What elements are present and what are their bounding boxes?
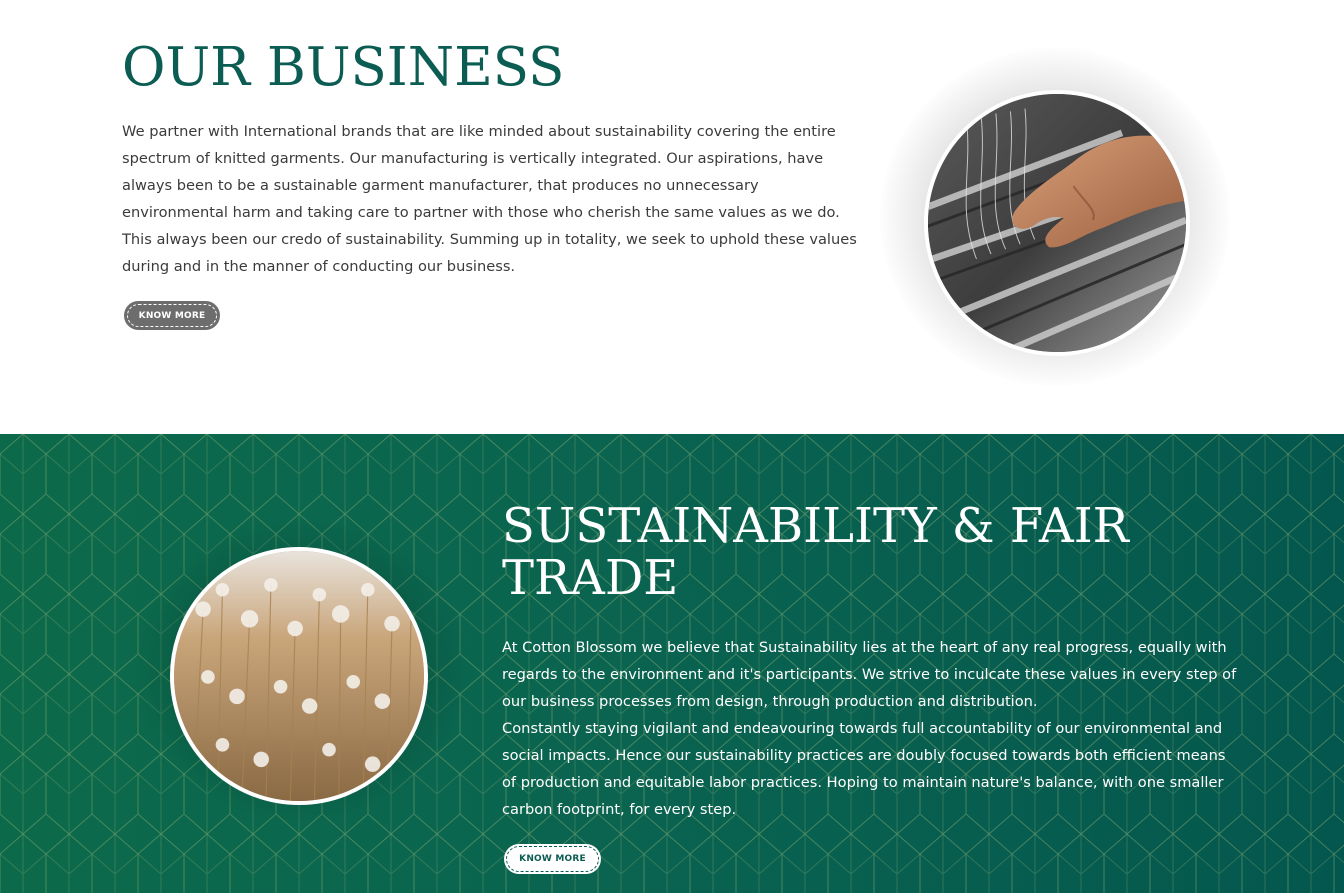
sustainability-paragraph-1: At Cotton Blossom we believe that Sustai… (502, 639, 1237, 710)
sustainability-paragraph-2: Constantly staying vigilant and endeavou… (502, 720, 1226, 818)
know-more-button-label: KNOW MORE (506, 846, 599, 872)
our-business-title: OUR BUSINESS (122, 37, 565, 98)
sustainability-text: At Cotton Blossom we believe that Sustai… (502, 634, 1242, 823)
sustainability-title: SUSTAINABILITY & FAIR TRADE (502, 498, 1129, 606)
know-more-button-sustainability[interactable]: KNOW MORE (504, 844, 601, 874)
page: OUR BUSINESS We partner with Internation… (0, 0, 1344, 893)
our-business-text: We partner with International brands tha… (122, 123, 857, 275)
our-business-section: OUR BUSINESS We partner with Internation… (0, 0, 1344, 434)
cotton-field-photo (170, 547, 428, 805)
sustainability-section: SUSTAINABILITY & FAIR TRADE At Cotton Bl… (0, 434, 1344, 893)
know-more-button-business[interactable]: KNOW MORE (124, 301, 220, 330)
know-more-button-label: KNOW MORE (127, 304, 217, 327)
knitting-machine-photo (924, 90, 1190, 356)
